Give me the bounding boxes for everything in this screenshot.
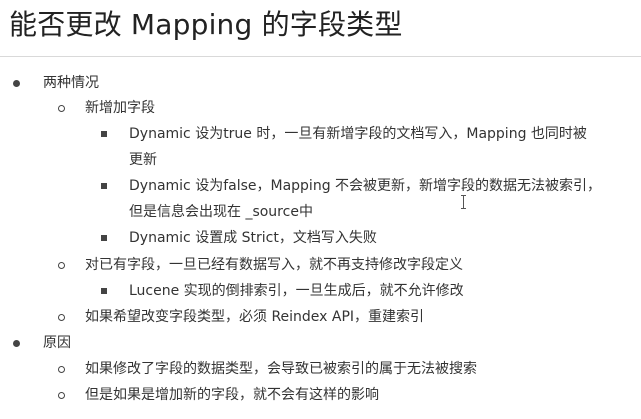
list-item-continuation: 更新 [129,152,157,168]
disc-bullet-icon [13,80,20,87]
square-bullet-icon [101,288,107,294]
text-cursor-icon [461,195,466,209]
list-item: Dynamic 设置成 Strict，文档写入失败 [129,230,377,246]
list-item: 如果修改了字段的数据类型，会导致已被索引的属于无法被搜索 [85,361,477,377]
circle-bullet-icon [58,314,65,321]
list-item: 如果希望改变字段类型，必须 Reindex API，重建索引 [85,309,425,325]
circle-bullet-icon [58,392,65,399]
list-item: Dynamic 设为true 时，一旦有新增字段的文档写入，Mapping 也同… [129,126,587,142]
list-item-continuation: 但是信息会出现在 _source中 [129,204,313,220]
title-divider [0,56,641,57]
circle-bullet-icon [58,262,65,269]
page-title: 能否更改 Mapping 的字段类型 [9,8,403,41]
list-item: Lucene 实现的倒排索引，一旦生成后，就不允许修改 [129,283,464,299]
circle-bullet-icon [58,366,65,373]
square-bullet-icon [101,183,107,189]
square-bullet-icon [101,131,107,137]
circle-bullet-icon [58,105,65,112]
list-item: Dynamic 设为false，Mapping 不会被更新，新增字段的数据无法被… [129,178,602,194]
list-item: 但是如果是增加新的字段，就不会有这样的影响 [85,387,379,403]
disc-bullet-icon [13,340,20,347]
list-item: 对已有字段，一旦已经有数据写入，就不再支持修改字段定义 [85,257,463,273]
list-item: 两种情况 [43,75,99,91]
list-item: 原因 [43,335,71,351]
square-bullet-icon [101,235,107,241]
list-item: 新增加字段 [85,100,155,116]
